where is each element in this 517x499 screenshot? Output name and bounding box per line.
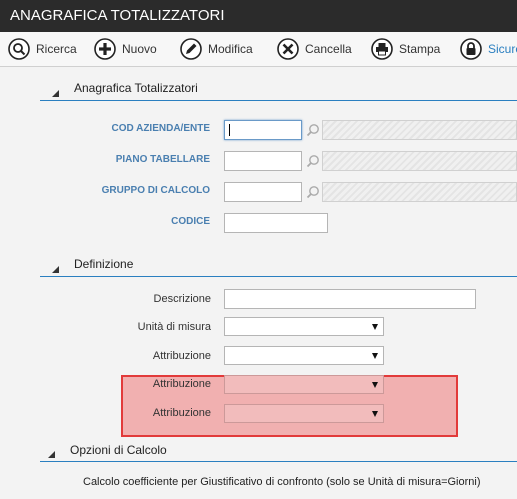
cancella-label: Cancella xyxy=(305,42,352,56)
piano-tabellare-description xyxy=(322,151,517,171)
search-icon xyxy=(8,38,30,60)
gruppo-calcolo-label: GRUPPO DI CALCOLO xyxy=(101,185,210,196)
toolbar: Ricerca Nuovo Modifica Cancella Stampa S… xyxy=(0,32,517,67)
unita-misura-label: Unità di misura xyxy=(137,321,211,333)
calcolo-coefficiente-option: Calcolo coefficiente per Giustificativo … xyxy=(83,476,481,488)
plus-icon xyxy=(94,38,116,60)
pencil-icon xyxy=(180,38,202,60)
attribuzione-2-label: Attribuzione xyxy=(152,378,211,390)
stampa-label: Stampa xyxy=(399,42,441,56)
piano-tabellare-label: PIANO TABELLARE xyxy=(115,154,210,165)
collapse-triangle-icon[interactable] xyxy=(52,90,59,97)
ricerca-button[interactable]: Ricerca xyxy=(8,38,77,60)
collapse-triangle-icon[interactable] xyxy=(48,451,55,458)
attribuzione-3-label: Attribuzione xyxy=(152,407,211,419)
lookup-search-icon[interactable] xyxy=(306,154,320,168)
gruppo-calcolo-input[interactable] xyxy=(224,182,302,202)
lock-icon xyxy=(460,38,482,60)
piano-tabellare-input[interactable] xyxy=(224,151,302,171)
dropdown-arrow-icon xyxy=(372,382,378,388)
section-definizione[interactable]: Definizione xyxy=(0,254,517,282)
section-anagrafica[interactable]: Anagrafica Totalizzatori xyxy=(0,78,517,106)
nuovo-button[interactable]: Nuovo xyxy=(94,38,157,60)
attribuzione-2-select[interactable] xyxy=(224,375,384,394)
dropdown-arrow-icon xyxy=(372,324,378,330)
section-anagrafica-title: Anagrafica Totalizzatori xyxy=(74,81,198,95)
modifica-button[interactable]: Modifica xyxy=(180,38,253,60)
descrizione-label: Descrizione xyxy=(153,293,211,305)
window-title: ANAGRAFICA TOTALIZZATORI xyxy=(0,0,517,32)
sicurezza-label: Sicure xyxy=(488,42,517,56)
descrizione-input[interactable] xyxy=(224,289,476,309)
delete-icon xyxy=(277,38,299,60)
cancella-button[interactable]: Cancella xyxy=(277,38,352,60)
stampa-button[interactable]: Stampa xyxy=(371,38,440,60)
lookup-search-icon[interactable] xyxy=(306,185,320,199)
section-definizione-title: Definizione xyxy=(74,257,134,271)
nuovo-label: Nuovo xyxy=(122,42,157,56)
ricerca-label: Ricerca xyxy=(36,42,77,56)
dropdown-arrow-icon xyxy=(372,411,378,417)
attribuzione-3-select[interactable] xyxy=(224,404,384,423)
collapse-triangle-icon[interactable] xyxy=(52,266,59,273)
dropdown-arrow-icon xyxy=(372,353,378,359)
codice-label: CODICE xyxy=(171,216,210,227)
sicurezza-button[interactable]: Sicure xyxy=(460,38,517,60)
codice-input[interactable] xyxy=(224,213,328,233)
attribuzione-1-label: Attribuzione xyxy=(152,350,211,362)
cod-azienda-description xyxy=(322,120,517,140)
text-caret xyxy=(229,124,230,136)
cod-azienda-input[interactable] xyxy=(224,120,302,140)
cod-azienda-label: COD AZIENDA/ENTE xyxy=(111,123,210,134)
lookup-search-icon[interactable] xyxy=(306,123,320,137)
attribuzione-1-select[interactable] xyxy=(224,346,384,365)
unita-misura-select[interactable] xyxy=(224,317,384,336)
section-divider xyxy=(40,100,517,101)
section-opzioni[interactable]: Opzioni di Calcolo xyxy=(0,441,517,469)
gruppo-calcolo-description xyxy=(322,182,517,202)
section-divider xyxy=(40,276,517,277)
section-divider xyxy=(40,461,517,462)
section-opzioni-title: Opzioni di Calcolo xyxy=(70,443,167,457)
printer-icon xyxy=(371,38,393,60)
modifica-label: Modifica xyxy=(208,42,253,56)
